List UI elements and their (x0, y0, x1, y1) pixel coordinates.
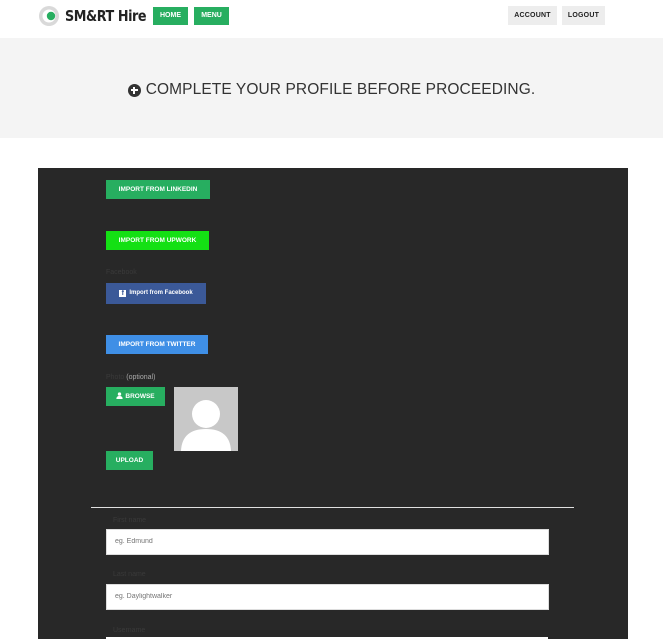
browse-label: BROWSE (125, 393, 155, 400)
photo-optional-label: (optional) (126, 374, 156, 381)
menu-button[interactable]: MENU (194, 7, 229, 25)
facebook-icon: f (119, 290, 127, 297)
photo-section-label: Photo (106, 374, 125, 381)
user-icon (116, 392, 124, 399)
avatar-placeholder (174, 387, 238, 451)
import-linkedin-button[interactable]: IMPORT FROM LINKEDIN (106, 180, 210, 199)
plus-circle-icon (127, 83, 141, 97)
import-twitter-button[interactable]: IMPORT FROM TWITTER (106, 335, 208, 354)
top-navbar: SM&RT Hire HOME MENU ACCOUNT LOGOUT (0, 0, 663, 38)
photo-label: Photo (optional) (106, 374, 155, 381)
facebook-section-label: Facebook (106, 269, 137, 276)
upload-button[interactable]: UPLOAD (106, 451, 153, 470)
first-name-input[interactable] (106, 529, 549, 555)
logo-text: SM&RT Hire (65, 7, 147, 25)
browse-button[interactable]: BROWSE (106, 387, 165, 406)
username-label: Username (113, 627, 146, 634)
logout-button[interactable]: LOGOUT (562, 6, 605, 25)
profile-banner: COMPLETE YOUR PROFILE BEFORE PROCEEDING. (0, 38, 663, 138)
home-button[interactable]: HOME (153, 7, 188, 25)
import-upwork-button[interactable]: IMPORT FROM UPWORK (106, 231, 209, 250)
section-divider (91, 507, 574, 508)
banner-message: COMPLETE YOUR PROFILE BEFORE PROCEEDING. (145, 81, 536, 98)
site-logo[interactable]: SM&RT Hire (38, 4, 160, 28)
logo-mark-icon (38, 5, 60, 27)
import-facebook-button[interactable]: f Import from Facebook (106, 283, 206, 304)
first-name-label: First name (113, 517, 147, 524)
profile-form-panel: IMPORT FROM LINKEDIN IMPORT FROM UPWORK … (38, 168, 628, 639)
last-name-input[interactable] (106, 584, 549, 610)
last-name-label: Last name (113, 571, 146, 578)
default-user-avatar-icon (181, 400, 231, 451)
account-button[interactable]: ACCOUNT (508, 6, 557, 25)
import-facebook-label: Import from Facebook (129, 290, 193, 296)
